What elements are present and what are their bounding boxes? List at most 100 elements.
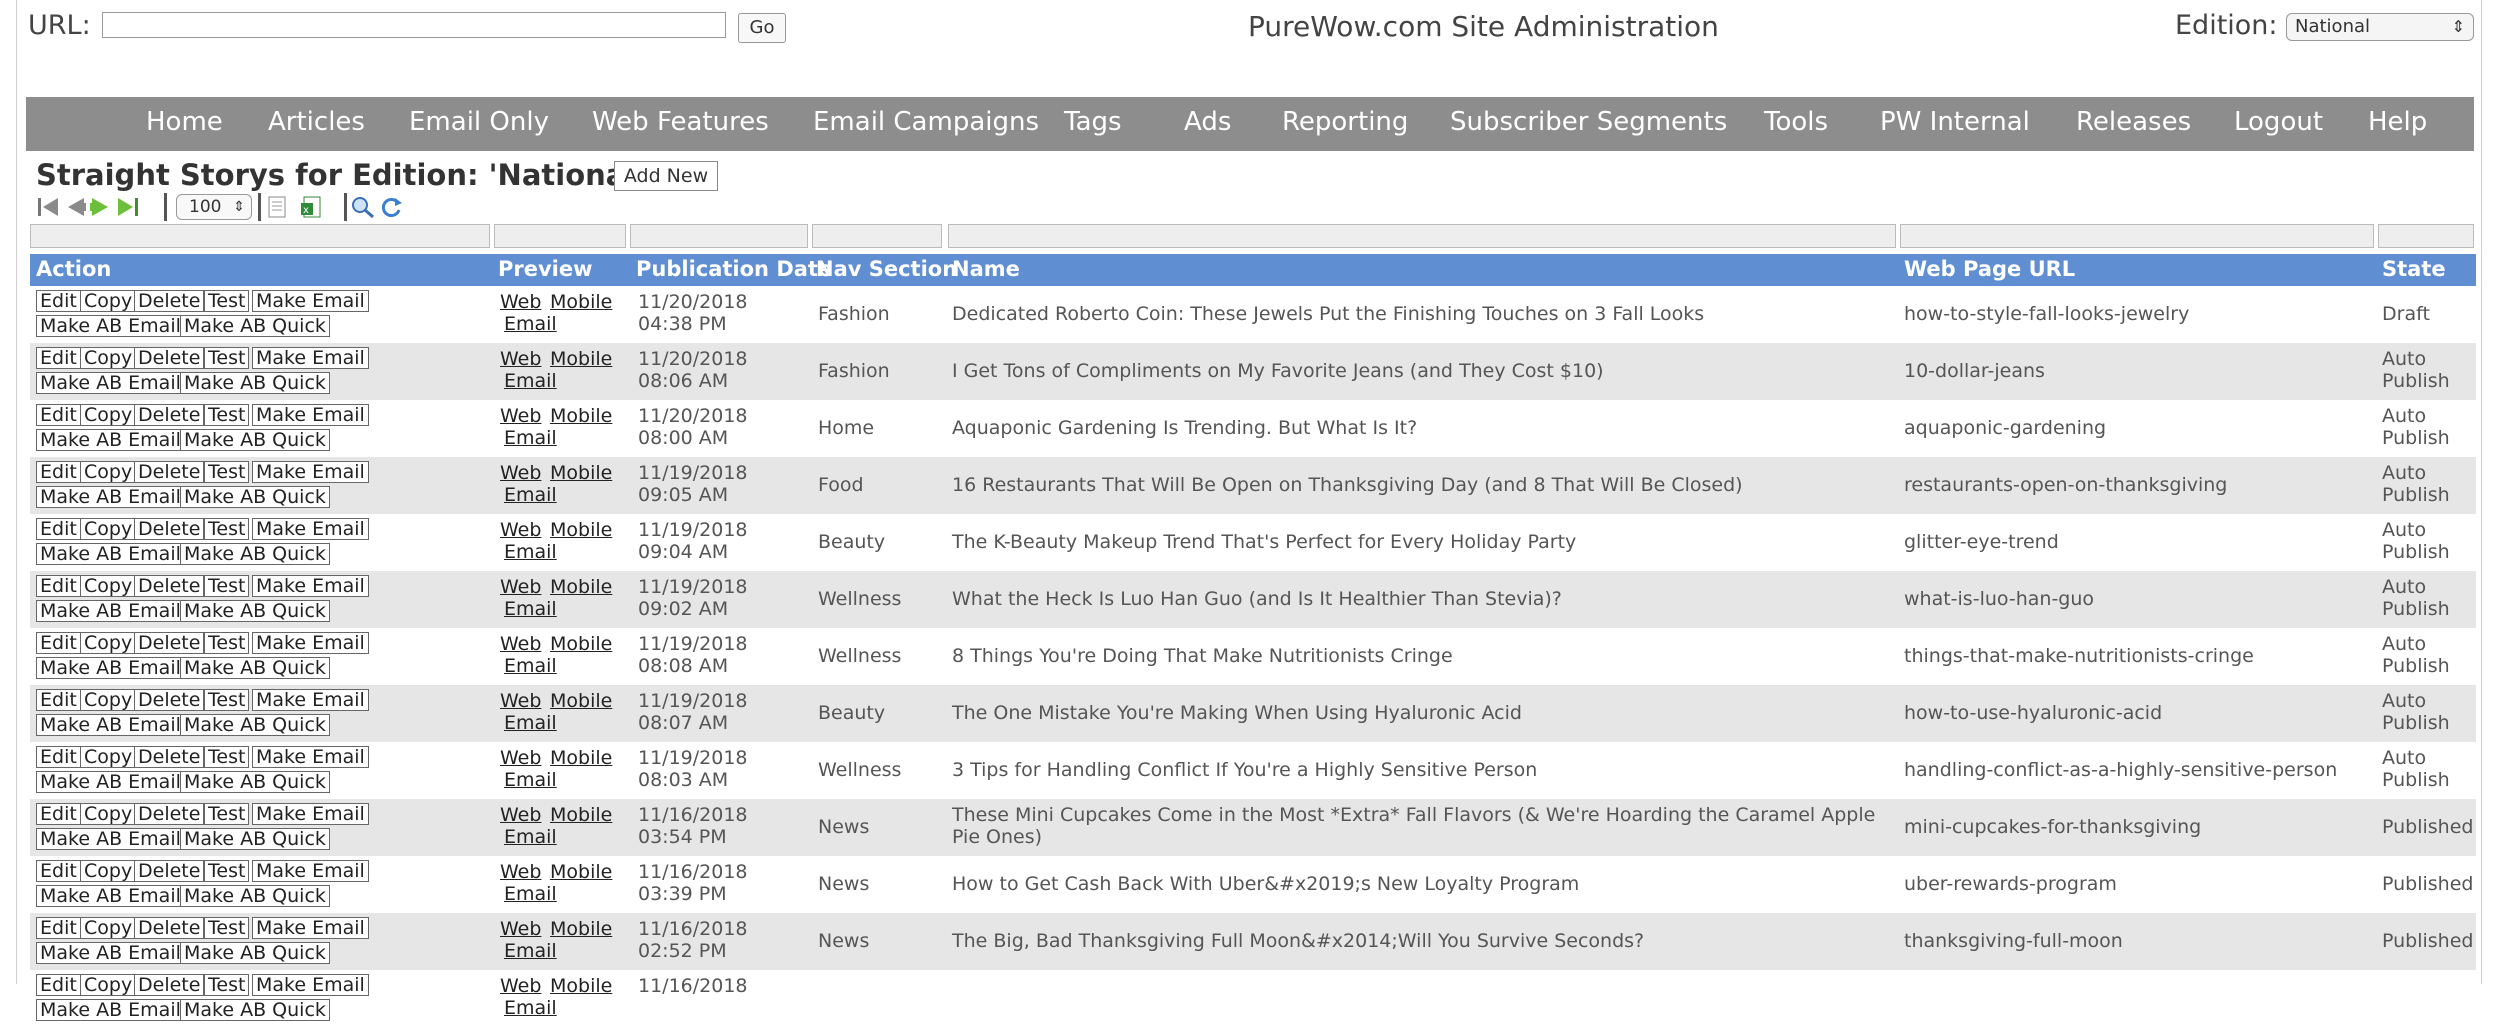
copy-button[interactable]: Copy bbox=[80, 404, 137, 426]
preview-web-link[interactable]: Web bbox=[500, 747, 541, 769]
delete-button[interactable]: Delete bbox=[134, 860, 205, 882]
col-preview[interactable]: Preview bbox=[498, 257, 593, 281]
make-ab-quick-button[interactable]: Make AB Quick bbox=[180, 543, 330, 565]
excel-export-icon[interactable]: x bbox=[298, 195, 324, 219]
nav-releases[interactable]: Releases bbox=[2076, 107, 2191, 137]
nav-logout[interactable]: Logout bbox=[2234, 107, 2323, 137]
preview-mobile-link[interactable]: Mobile bbox=[550, 462, 612, 484]
preview-web-link[interactable]: Web bbox=[500, 690, 541, 712]
make-ab-quick-button[interactable]: Make AB Quick bbox=[180, 486, 330, 508]
make-ab-email-button[interactable]: Make AB Email bbox=[36, 372, 185, 394]
edit-button[interactable]: Edit bbox=[36, 860, 81, 882]
col-state[interactable]: State bbox=[2382, 257, 2446, 281]
preview-email-link[interactable]: Email bbox=[504, 826, 557, 848]
copy-button[interactable]: Copy bbox=[80, 746, 137, 768]
delete-button[interactable]: Delete bbox=[134, 404, 205, 426]
preview-mobile-link[interactable]: Mobile bbox=[550, 405, 612, 427]
test-button[interactable]: Test bbox=[204, 290, 250, 312]
preview-mobile-link[interactable]: Mobile bbox=[550, 861, 612, 883]
preview-email-link[interactable]: Email bbox=[504, 484, 557, 506]
col-nav-section[interactable]: Nav Section bbox=[816, 257, 957, 281]
make-ab-quick-button[interactable]: Make AB Quick bbox=[180, 372, 330, 394]
make-email-button[interactable]: Make Email bbox=[252, 746, 369, 768]
preview-email-link[interactable]: Email bbox=[504, 712, 557, 734]
preview-email-link[interactable]: Email bbox=[504, 370, 557, 392]
preview-mobile-link[interactable]: Mobile bbox=[550, 918, 612, 940]
col-action[interactable]: Action bbox=[36, 257, 111, 281]
make-ab-quick-button[interactable]: Make AB Quick bbox=[180, 600, 330, 622]
preview-web-link[interactable]: Web bbox=[500, 519, 541, 541]
make-ab-email-button[interactable]: Make AB Email bbox=[36, 657, 185, 679]
edit-button[interactable]: Edit bbox=[36, 347, 81, 369]
col-name[interactable]: Name bbox=[952, 257, 1020, 281]
nav-subscriber-segments[interactable]: Subscriber Segments bbox=[1450, 107, 1727, 137]
page-size-select[interactable]: 100 ⇕ bbox=[176, 194, 252, 220]
copy-button[interactable]: Copy bbox=[80, 518, 137, 540]
make-ab-email-button[interactable]: Make AB Email bbox=[36, 885, 185, 907]
preview-mobile-link[interactable]: Mobile bbox=[550, 576, 612, 598]
make-ab-quick-button[interactable]: Make AB Quick bbox=[180, 429, 330, 451]
edit-button[interactable]: Edit bbox=[36, 461, 81, 483]
delete-button[interactable]: Delete bbox=[134, 917, 205, 939]
make-ab-quick-button[interactable]: Make AB Quick bbox=[180, 315, 330, 337]
edit-button[interactable]: Edit bbox=[36, 803, 81, 825]
test-button[interactable]: Test bbox=[204, 347, 250, 369]
copy-button[interactable]: Copy bbox=[80, 290, 137, 312]
first-page-icon[interactable] bbox=[36, 195, 62, 219]
edit-button[interactable]: Edit bbox=[36, 575, 81, 597]
filter-web-page-url[interactable] bbox=[1900, 224, 2374, 248]
test-button[interactable]: Test bbox=[204, 974, 250, 996]
go-button[interactable]: Go bbox=[738, 13, 786, 43]
copy-button[interactable]: Copy bbox=[80, 917, 137, 939]
edit-button[interactable]: Edit bbox=[36, 518, 81, 540]
preview-mobile-link[interactable]: Mobile bbox=[550, 804, 612, 826]
preview-email-link[interactable]: Email bbox=[504, 997, 557, 1019]
make-email-button[interactable]: Make Email bbox=[252, 632, 369, 654]
nav-web-features[interactable]: Web Features bbox=[592, 107, 769, 137]
edit-button[interactable]: Edit bbox=[36, 632, 81, 654]
make-ab-quick-button[interactable]: Make AB Quick bbox=[180, 942, 330, 964]
next-page-icon[interactable] bbox=[88, 195, 114, 219]
make-ab-email-button[interactable]: Make AB Email bbox=[36, 828, 185, 850]
nav-ads[interactable]: Ads bbox=[1184, 107, 1231, 137]
refresh-icon[interactable] bbox=[378, 195, 404, 219]
preview-mobile-link[interactable]: Mobile bbox=[550, 690, 612, 712]
col-web-page-url[interactable]: Web Page URL bbox=[1904, 257, 2075, 281]
nav-pw-internal[interactable]: PW Internal bbox=[1880, 107, 2030, 137]
make-email-button[interactable]: Make Email bbox=[252, 860, 369, 882]
copy-button[interactable]: Copy bbox=[80, 575, 137, 597]
make-ab-email-button[interactable]: Make AB Email bbox=[36, 315, 185, 337]
make-email-button[interactable]: Make Email bbox=[252, 518, 369, 540]
edit-button[interactable]: Edit bbox=[36, 974, 81, 996]
nav-reporting[interactable]: Reporting bbox=[1282, 107, 1408, 137]
make-ab-quick-button[interactable]: Make AB Quick bbox=[180, 657, 330, 679]
prev-page-icon[interactable] bbox=[62, 195, 88, 219]
preview-email-link[interactable]: Email bbox=[504, 655, 557, 677]
edit-button[interactable]: Edit bbox=[36, 404, 81, 426]
preview-mobile-link[interactable]: Mobile bbox=[550, 975, 612, 997]
add-new-button[interactable]: Add New bbox=[614, 161, 718, 191]
make-email-button[interactable]: Make Email bbox=[252, 803, 369, 825]
test-button[interactable]: Test bbox=[204, 746, 250, 768]
make-email-button[interactable]: Make Email bbox=[252, 974, 369, 996]
test-button[interactable]: Test bbox=[204, 689, 250, 711]
preview-email-link[interactable]: Email bbox=[504, 883, 557, 905]
preview-web-link[interactable]: Web bbox=[500, 348, 541, 370]
preview-web-link[interactable]: Web bbox=[500, 975, 541, 997]
nav-tools[interactable]: Tools bbox=[1764, 107, 1828, 137]
test-button[interactable]: Test bbox=[204, 917, 250, 939]
preview-web-link[interactable]: Web bbox=[500, 633, 541, 655]
nav-email-campaigns[interactable]: Email Campaigns bbox=[813, 107, 1039, 137]
delete-button[interactable]: Delete bbox=[134, 575, 205, 597]
preview-web-link[interactable]: Web bbox=[500, 291, 541, 313]
make-ab-email-button[interactable]: Make AB Email bbox=[36, 999, 185, 1021]
preview-web-link[interactable]: Web bbox=[500, 861, 541, 883]
filter-name[interactable] bbox=[948, 224, 1896, 248]
edit-button[interactable]: Edit bbox=[36, 290, 81, 312]
make-email-button[interactable]: Make Email bbox=[252, 404, 369, 426]
make-email-button[interactable]: Make Email bbox=[252, 290, 369, 312]
nav-articles[interactable]: Articles bbox=[268, 107, 365, 137]
make-ab-email-button[interactable]: Make AB Email bbox=[36, 543, 185, 565]
test-button[interactable]: Test bbox=[204, 518, 250, 540]
edition-select[interactable]: National ⇕ bbox=[2286, 13, 2474, 41]
